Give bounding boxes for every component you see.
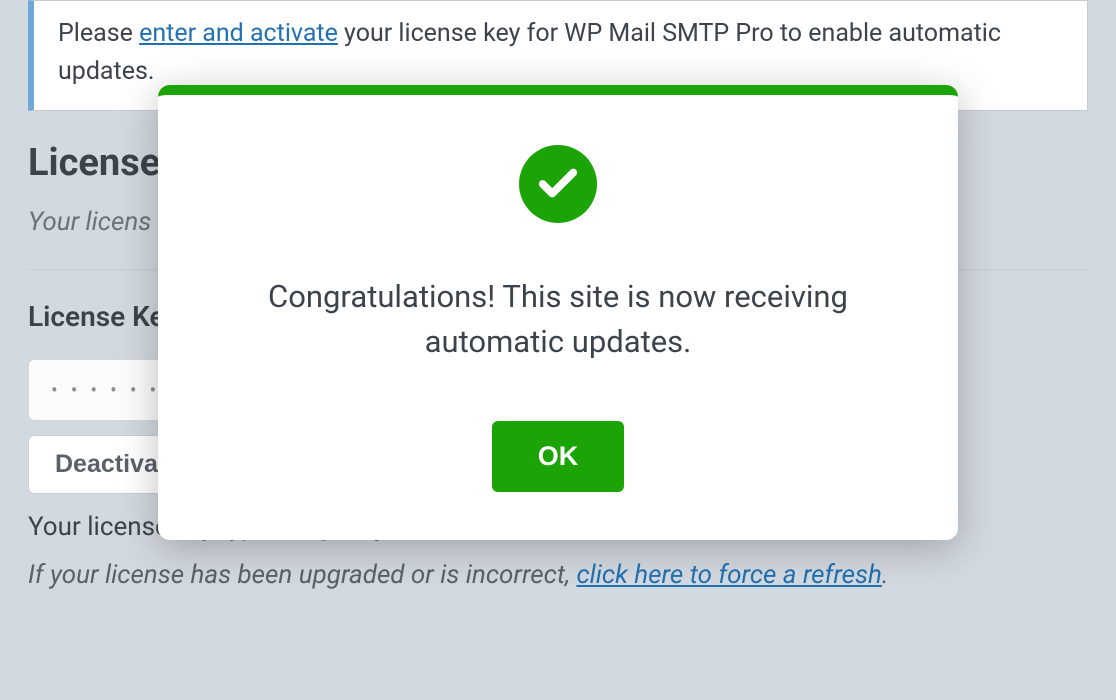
modal-overlay: Congratulations! This site is now receiv… [0, 0, 1116, 700]
check-circle-icon [519, 145, 597, 223]
ok-button[interactable]: OK [492, 421, 625, 492]
modal-message: Congratulations! This site is now receiv… [198, 275, 918, 365]
success-modal: Congratulations! This site is now receiv… [158, 85, 958, 540]
